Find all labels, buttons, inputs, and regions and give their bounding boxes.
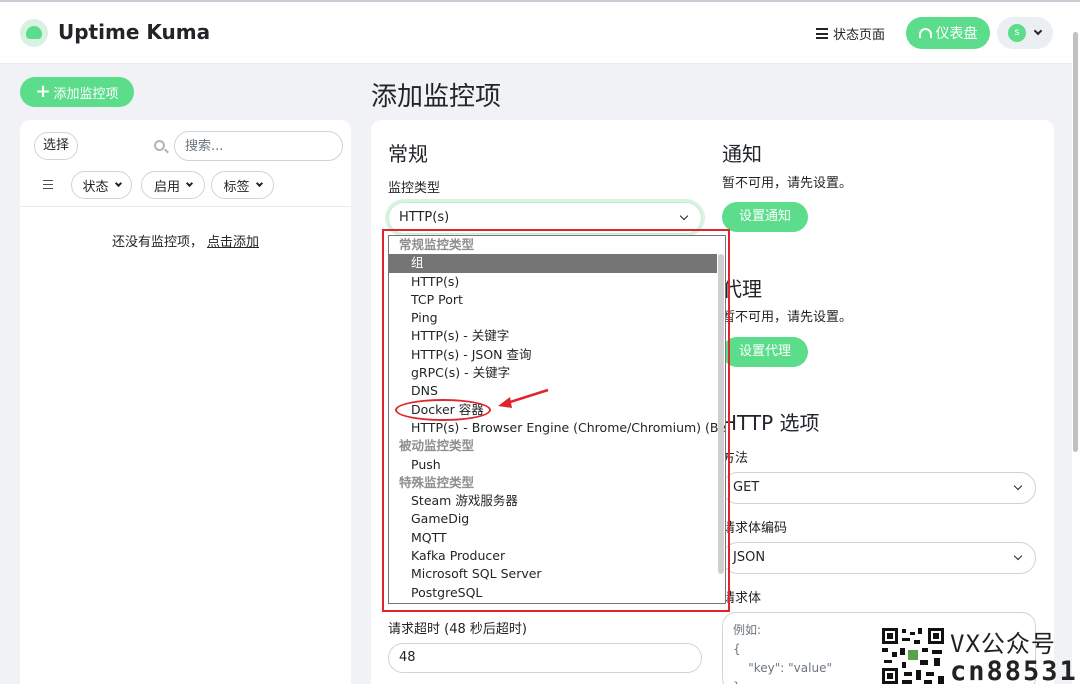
brand-title[interactable]: Uptime Kuma bbox=[58, 20, 210, 44]
method-select[interactable]: GET bbox=[722, 472, 1036, 504]
timeout-label: 请求超时 (48 秒后超时) bbox=[388, 622, 527, 637]
add-monitor-link[interactable]: 点击添加 bbox=[207, 235, 259, 250]
chevron-down-icon bbox=[185, 179, 194, 188]
chevron-down-icon bbox=[1033, 26, 1043, 36]
select-button[interactable]: 选择 bbox=[34, 132, 78, 160]
uptime-kuma-logo-icon[interactable] bbox=[20, 19, 48, 47]
monitor-list-panel: 选择 状态 启用 标签 还没有监控项， 点击添加 bbox=[20, 120, 351, 684]
filter-tags-label: 标签 bbox=[223, 179, 250, 195]
chevron-down-icon bbox=[255, 179, 263, 188]
add-monitor-label: 添加监控项 bbox=[53, 86, 119, 102]
profile-menu-button[interactable]: s bbox=[997, 17, 1053, 49]
body-encoding-value: JSON bbox=[733, 550, 766, 565]
empty-list-message: 还没有监控项， 点击添加 bbox=[20, 231, 351, 250]
general-heading: 常规 bbox=[388, 142, 428, 166]
qr-code-icon bbox=[880, 626, 946, 684]
avatar: s bbox=[1008, 24, 1026, 42]
filter-active-dropdown[interactable]: 启用 bbox=[141, 171, 205, 199]
setup-proxy-button[interactable]: 设置代理 bbox=[722, 337, 808, 367]
chevron-down-icon bbox=[114, 179, 122, 188]
notification-heading: 通知 bbox=[722, 142, 762, 166]
plus-icon: + bbox=[35, 81, 51, 102]
watermark-line-1: VX公众号 bbox=[950, 630, 1056, 658]
monitor-type-label: 监控类型 bbox=[388, 181, 441, 196]
watermark-line-2: cn88531 bbox=[950, 656, 1078, 684]
divider bbox=[20, 206, 351, 207]
setup-notification-button[interactable]: 设置通知 bbox=[722, 202, 808, 232]
watermark-text: VX公众号 cn88531 bbox=[950, 630, 1078, 684]
add-monitor-button[interactable]: + 添加监控项 bbox=[20, 77, 134, 107]
annotation-red-ellipse bbox=[395, 399, 491, 421]
annotation-red-arrow bbox=[498, 388, 549, 408]
timeout-input[interactable]: 48 bbox=[388, 643, 702, 673]
gauge-icon bbox=[918, 28, 932, 38]
dashboard-button[interactable]: 仪表盘 bbox=[906, 17, 990, 49]
filter-status-dropdown[interactable]: 状态 bbox=[71, 171, 132, 199]
filter-active-label: 启用 bbox=[153, 179, 180, 195]
empty-list-text: 还没有监控项， bbox=[111, 235, 203, 250]
page-scrollbar-thumb[interactable] bbox=[1073, 32, 1078, 452]
body-encoding-select[interactable]: JSON bbox=[722, 542, 1036, 574]
monitor-type-value: HTTP(s) bbox=[399, 210, 450, 225]
proxy-hint: 暂不可用，请先设置。 bbox=[722, 310, 853, 325]
filter-status-label: 状态 bbox=[82, 179, 109, 195]
status-page-link[interactable]: 状态页面 bbox=[816, 24, 885, 43]
http-options-heading: HTTP 选项 bbox=[722, 411, 820, 435]
page-title: 添加监控项 bbox=[371, 82, 502, 112]
top-header: Uptime Kuma 状态页面 仪表盘 s bbox=[0, 2, 1080, 64]
notification-hint: 暂不可用，请先设置。 bbox=[722, 176, 853, 191]
chevron-down-icon bbox=[679, 211, 689, 221]
chevron-down-icon bbox=[1013, 551, 1023, 561]
status-page-label: 状态页面 bbox=[833, 28, 886, 43]
search-icon bbox=[154, 140, 165, 151]
search-input[interactable] bbox=[174, 131, 343, 161]
method-value: GET bbox=[733, 480, 760, 495]
page-scrollbar[interactable] bbox=[1072, 2, 1080, 684]
list-icon bbox=[816, 28, 828, 39]
filter-list-icon[interactable] bbox=[43, 180, 53, 189]
chevron-down-icon bbox=[1013, 481, 1023, 491]
body-encoding-label: 请求体编码 bbox=[722, 521, 788, 536]
dashboard-label: 仪表盘 bbox=[935, 26, 978, 42]
filter-tags-dropdown[interactable]: 标签 bbox=[211, 171, 274, 199]
